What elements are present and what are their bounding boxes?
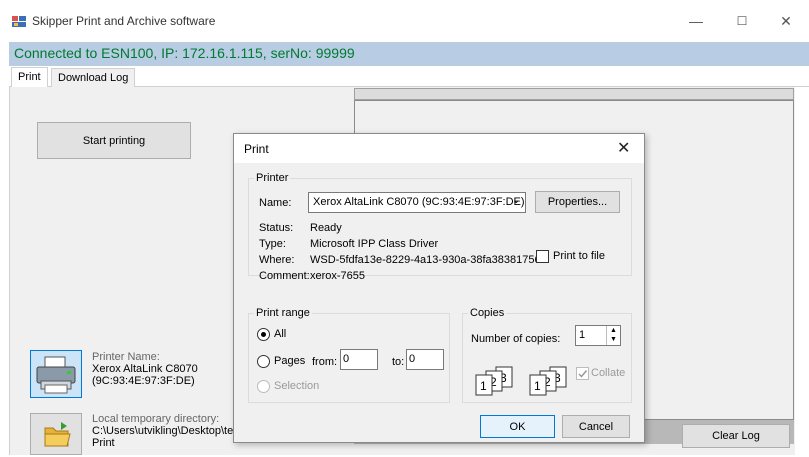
temp-directory-label: Local temporary directory:: [92, 413, 220, 425]
clear-log-button[interactable]: Clear Log: [682, 424, 790, 448]
print-to-file-checkbox[interactable]: [536, 250, 549, 263]
svg-text:1: 1: [534, 379, 541, 393]
copies-value[interactable]: 1: [579, 329, 585, 341]
folder-icon[interactable]: [30, 413, 82, 455]
printer-group-label: Printer: [254, 172, 291, 184]
print-to-file-label[interactable]: Print to file: [553, 250, 605, 262]
name-key: Name:: [259, 197, 292, 209]
collate-label: Collate: [591, 367, 626, 379]
right-edge: [795, 87, 809, 455]
printer-address-value: (9C:93:4E:97:3F:DE): [92, 375, 195, 387]
print-range-label: Print range: [254, 307, 312, 319]
type-key: Type:: [259, 238, 286, 250]
where-value: WSD-5fdfa13e-8229-4a13-930a-38fa38381756: [310, 254, 541, 266]
start-printing-button[interactable]: Start printing: [37, 122, 191, 159]
status-key: Status:: [259, 222, 294, 234]
status-value: Ready: [310, 222, 342, 234]
maximize-button[interactable]: ☐: [722, 10, 762, 32]
all-radio-label[interactable]: All: [274, 328, 286, 340]
chevron-down-icon[interactable]: ⌄: [512, 195, 520, 206]
to-label: to:: [392, 356, 405, 368]
window-title: Skipper Print and Archive software: [32, 14, 216, 28]
log-header: [354, 88, 794, 100]
collate-pages-icon: 3 2 1: [474, 366, 522, 399]
pages-radio[interactable]: [257, 355, 270, 368]
svg-text:1: 1: [480, 379, 487, 393]
close-button[interactable]: ✕: [766, 10, 806, 32]
from-page-input[interactable]: 0: [340, 349, 378, 370]
comment-key: Comment:: [259, 270, 310, 282]
printer-name-selected: Xerox AltaLink C8070 (9C:93:4E:97:3F:DE): [313, 196, 525, 208]
printer-name-value: Xerox AltaLink C8070: [92, 363, 198, 375]
ok-button[interactable]: OK: [480, 415, 555, 438]
tab-download-log[interactable]: Download Log: [51, 68, 136, 87]
selection-radio: [257, 380, 270, 393]
minimize-button[interactable]: —: [676, 10, 716, 32]
collate-checkbox: [576, 367, 589, 380]
type-value: Microsoft IPP Class Driver: [310, 238, 439, 250]
where-key: Where:: [259, 254, 295, 266]
to-page-input[interactable]: 0: [406, 349, 444, 370]
printer-icon[interactable]: [30, 350, 82, 398]
comment-value: xerox-7655: [310, 270, 366, 282]
printer-name-select[interactable]: Xerox AltaLink C8070 (9C:93:4E:97:3F:DE): [308, 192, 526, 213]
connection-status-text: Connected to ESN100, IP: 172.16.1.115, s…: [14, 45, 355, 61]
pages-radio-label[interactable]: Pages: [274, 355, 305, 367]
dialog-close-icon[interactable]: ✕: [617, 138, 630, 158]
from-label: from:: [312, 356, 338, 368]
properties-button[interactable]: Properties...: [535, 191, 620, 213]
number-of-copies-label: Number of copies:: [471, 333, 561, 345]
tab-print[interactable]: Print: [11, 67, 48, 87]
temp-directory-path-cont: Print: [92, 437, 115, 449]
all-radio[interactable]: [257, 328, 270, 341]
selection-radio-label: Selection: [274, 380, 320, 392]
spin-arrows-icon[interactable]: ▲ ▼: [606, 326, 620, 345]
print-dialog-title: Print: [244, 142, 269, 156]
collate-pages-icon: 3 2 1: [528, 366, 576, 399]
app-icon: [12, 14, 26, 28]
copies-group-label: Copies: [468, 307, 507, 319]
temp-directory-path: C:\Users\utvikling\Desktop\test: [92, 425, 242, 437]
cancel-button[interactable]: Cancel: [562, 415, 630, 438]
printer-name-label: Printer Name:: [92, 351, 160, 363]
